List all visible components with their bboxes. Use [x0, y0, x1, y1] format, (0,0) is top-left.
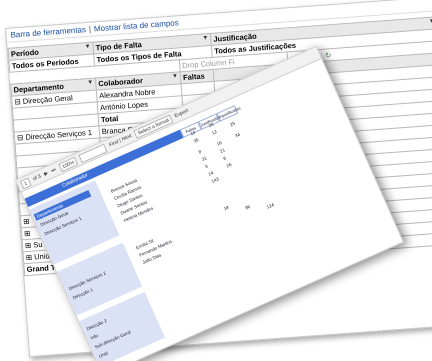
- show-field-list-button[interactable]: Mostrar lista de campos: [94, 18, 179, 33]
- report-value: 124: [265, 202, 275, 210]
- report-value: 34: [234, 131, 241, 139]
- next-page-icon[interactable]: ▶: [43, 170, 49, 177]
- refresh-icon[interactable]: ↻: [325, 51, 331, 59]
- chevron-down-icon[interactable]: ▼: [84, 44, 90, 50]
- report-value: 8: [197, 149, 202, 155]
- chevron-down-icon[interactable]: ▼: [172, 73, 178, 79]
- report-value: 16: [215, 139, 223, 147]
- report-value: 18: [222, 204, 230, 212]
- report-value: 96: [244, 203, 251, 211]
- zoom-select[interactable]: 100%: [57, 156, 79, 172]
- page-of-label: of 3: [31, 173, 43, 183]
- chevron-down-icon[interactable]: ▼: [202, 35, 208, 41]
- report-value: 143: [210, 176, 220, 184]
- chevron-down-icon[interactable]: ▼: [429, 19, 432, 25]
- toolbar-button[interactable]: Barra de ferramentas: [10, 25, 86, 40]
- report-header-cell: Injustificadas: [216, 105, 241, 122]
- report-value: 25: [229, 120, 236, 128]
- chevron-down-icon[interactable]: ▼: [87, 80, 93, 86]
- report-value: 3: [204, 163, 209, 170]
- report-value: 21: [219, 147, 226, 154]
- report-value: 12: [211, 128, 218, 136]
- report-value: 31: [200, 155, 208, 163]
- last-page-icon[interactable]: ⏭: [50, 167, 57, 174]
- report-value: 14: [207, 170, 215, 177]
- page-number-input[interactable]: 1: [19, 177, 32, 189]
- report-value: 36: [192, 137, 200, 144]
- export-link[interactable]: Export: [174, 108, 190, 119]
- report-value: 26: [225, 161, 233, 169]
- report-value: 8: [222, 155, 227, 162]
